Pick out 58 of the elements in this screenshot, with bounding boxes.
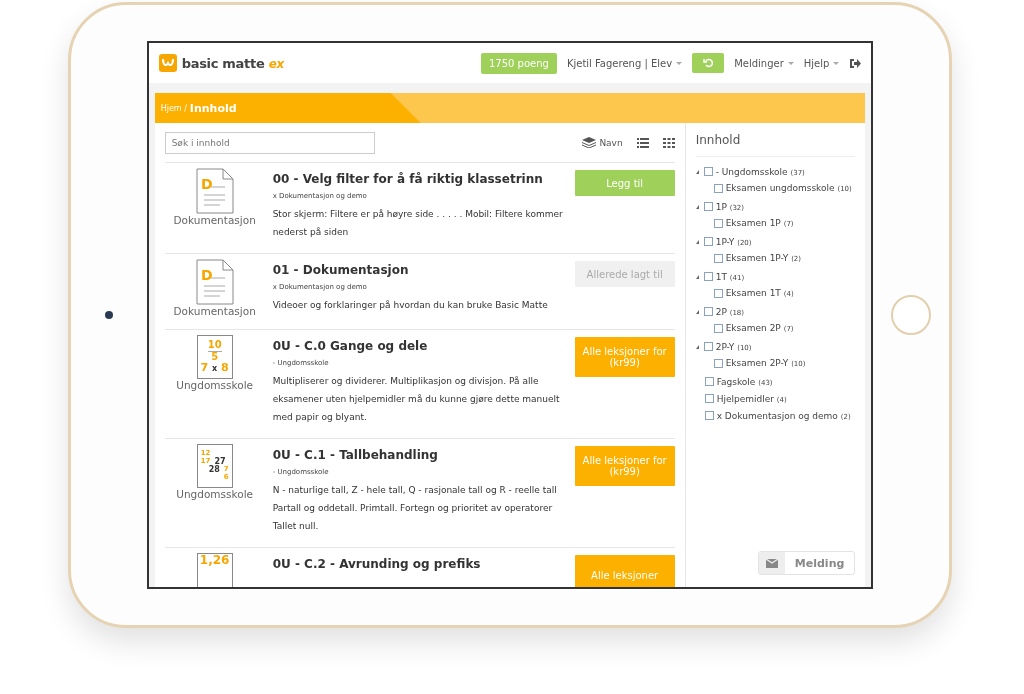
undo-button[interactable] [692, 53, 725, 73]
checkbox[interactable] [713, 183, 723, 193]
lesson-description: Videoer og forklaringer på hvordan du kan bruke Basic Matte [272, 299, 549, 312]
category-caption: Dokumentasjon [173, 305, 256, 317]
expanded-arrow-icon[interactable] [695, 169, 699, 174]
document-icon: D [195, 259, 234, 305]
undo-icon [703, 58, 714, 68]
search-field[interactable]: Søk i innhold [164, 131, 375, 154]
lesson-description: Stor skjerm: Filtere er på høyre side . . . . . Mobil: Filtere kommer nederst på siden [272, 208, 564, 239]
checkbox[interactable] [703, 272, 713, 281]
nav-menu[interactable]: Meldinger [734, 57, 794, 69]
checkbox[interactable] [704, 377, 714, 386]
checkbox[interactable] [704, 411, 714, 420]
checkbox[interactable] [713, 323, 723, 333]
lesson-title[interactable]: 0U - C.0 Gange og dele [272, 339, 567, 353]
checkbox[interactable] [703, 237, 713, 246]
nav-menu[interactable]: Hjelp [803, 57, 840, 69]
envelope-icon [765, 558, 778, 568]
logo-icon [158, 54, 177, 72]
checkbox[interactable] [713, 218, 723, 228]
lesson-title[interactable]: 0U - C.2 - Avrunding og prefiks [272, 557, 567, 571]
message-button[interactable]: Melding [757, 551, 856, 575]
category-caption: Ungdomsskole [176, 379, 254, 391]
lesson-title[interactable]: 01 - Dokumentasjon [272, 263, 567, 277]
checkbox[interactable] [703, 342, 713, 351]
logout-icon[interactable] [849, 57, 862, 69]
category-caption: Ungdomsskole [176, 488, 254, 500]
checkbox[interactable] [703, 307, 713, 316]
lesson-title[interactable]: 00 - Velg filter for å få riktig klassetrinn [272, 172, 567, 186]
list-view-icon[interactable] [636, 137, 649, 148]
expanded-arrow-icon[interactable] [695, 204, 699, 209]
logo-text: basic matte ex [181, 55, 284, 71]
category-caption: Dokumentasjon [173, 214, 256, 226]
grid-view-icon[interactable] [662, 137, 675, 148]
decimal-icon: 1,26 [196, 553, 233, 587]
expanded-arrow-icon[interactable] [695, 344, 699, 349]
fraction-icon: 10 5 7 x 8 [196, 335, 233, 379]
expanded-arrow-icon[interactable] [695, 239, 699, 244]
document-icon: D [195, 168, 234, 214]
expanded-arrow-icon[interactable] [695, 309, 699, 314]
lesson-description: N - naturlige tall, Z - hele tall, Q - rasjonale tall og R - reelle tall Partall og oddetall. Primtall. Fortegn og prioritet av operatorer Tallet null. [272, 484, 558, 533]
camera-icon [104, 311, 113, 319]
checkbox[interactable] [713, 288, 723, 298]
checkbox[interactable] [703, 202, 713, 211]
lesson-title[interactable]: 0U - C.1 - Tallbehandling [272, 448, 567, 462]
layers-icon [582, 137, 597, 148]
sidebar-title: Innhold [695, 123, 856, 157]
lesson-description: Multipliserer og dividerer. Multiplikasjon og divisjon. På alle eksamener uten hjelpemidler må du kunne gjøre dette manuelt med papir og blyant. [272, 375, 561, 424]
user-menu[interactable]: Kjetil Fagereng | Elev [566, 57, 683, 69]
checkbox[interactable] [703, 167, 713, 176]
checkbox[interactable] [704, 394, 714, 403]
points-badge: 1750 poeng [480, 52, 557, 74]
checkbox[interactable] [713, 253, 723, 263]
checkbox[interactable] [713, 358, 723, 368]
home-button[interactable] [891, 295, 932, 335]
sort-button[interactable]: Navn [582, 137, 623, 148]
expanded-arrow-icon[interactable] [695, 274, 699, 279]
breadcrumb-current: Innhold [189, 101, 237, 115]
